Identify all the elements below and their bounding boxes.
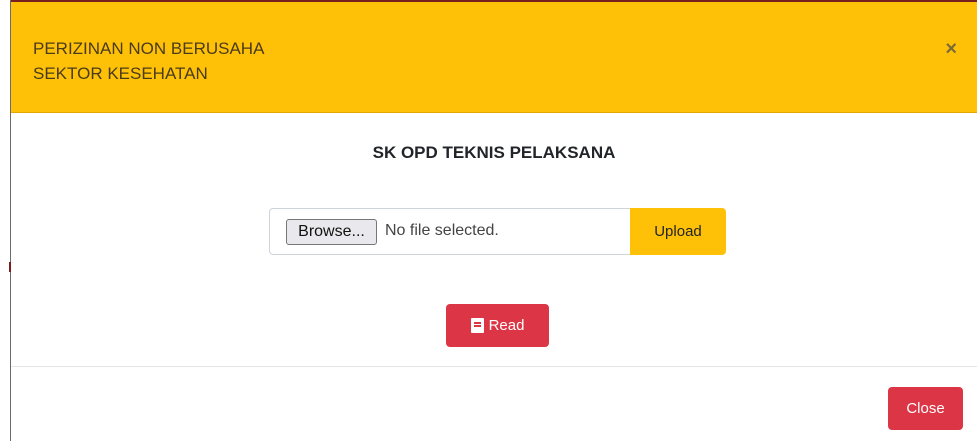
close-button[interactable]: Close	[888, 387, 963, 430]
modal-footer: Close	[11, 367, 977, 441]
modal-header: PERIZINAN NON BERUSAHA SEKTOR KESEHATAN …	[11, 2, 977, 113]
file-status: No file selected.	[385, 222, 499, 239]
upload-group: Browse... No file selected. Upload	[269, 208, 726, 255]
modal-title: PERIZINAN NON BERUSAHA SEKTOR KESEHATAN	[33, 36, 264, 86]
modal-body: SK OPD TEKNIS PELAKSANA Browse... No fil…	[11, 113, 977, 367]
modal-dialog: PERIZINAN NON BERUSAHA SEKTOR KESEHATAN …	[11, 2, 977, 441]
read-button-label: Read	[488, 317, 525, 334]
browse-button[interactable]: Browse...	[286, 219, 377, 245]
modal-title-line2: SEKTOR KESEHATAN	[33, 64, 208, 83]
read-button[interactable]: Read	[446, 304, 549, 347]
modal-title-line1: PERIZINAN NON BERUSAHA	[33, 39, 265, 58]
document-title: SK OPD TEKNIS PELAKSANA	[372, 143, 616, 162]
close-icon[interactable]: ×	[945, 38, 957, 61]
page-backdrop	[0, 0, 11, 441]
book-icon	[470, 318, 484, 333]
upload-button[interactable]: Upload	[630, 208, 726, 255]
file-input[interactable]: Browse... No file selected.	[269, 208, 632, 255]
